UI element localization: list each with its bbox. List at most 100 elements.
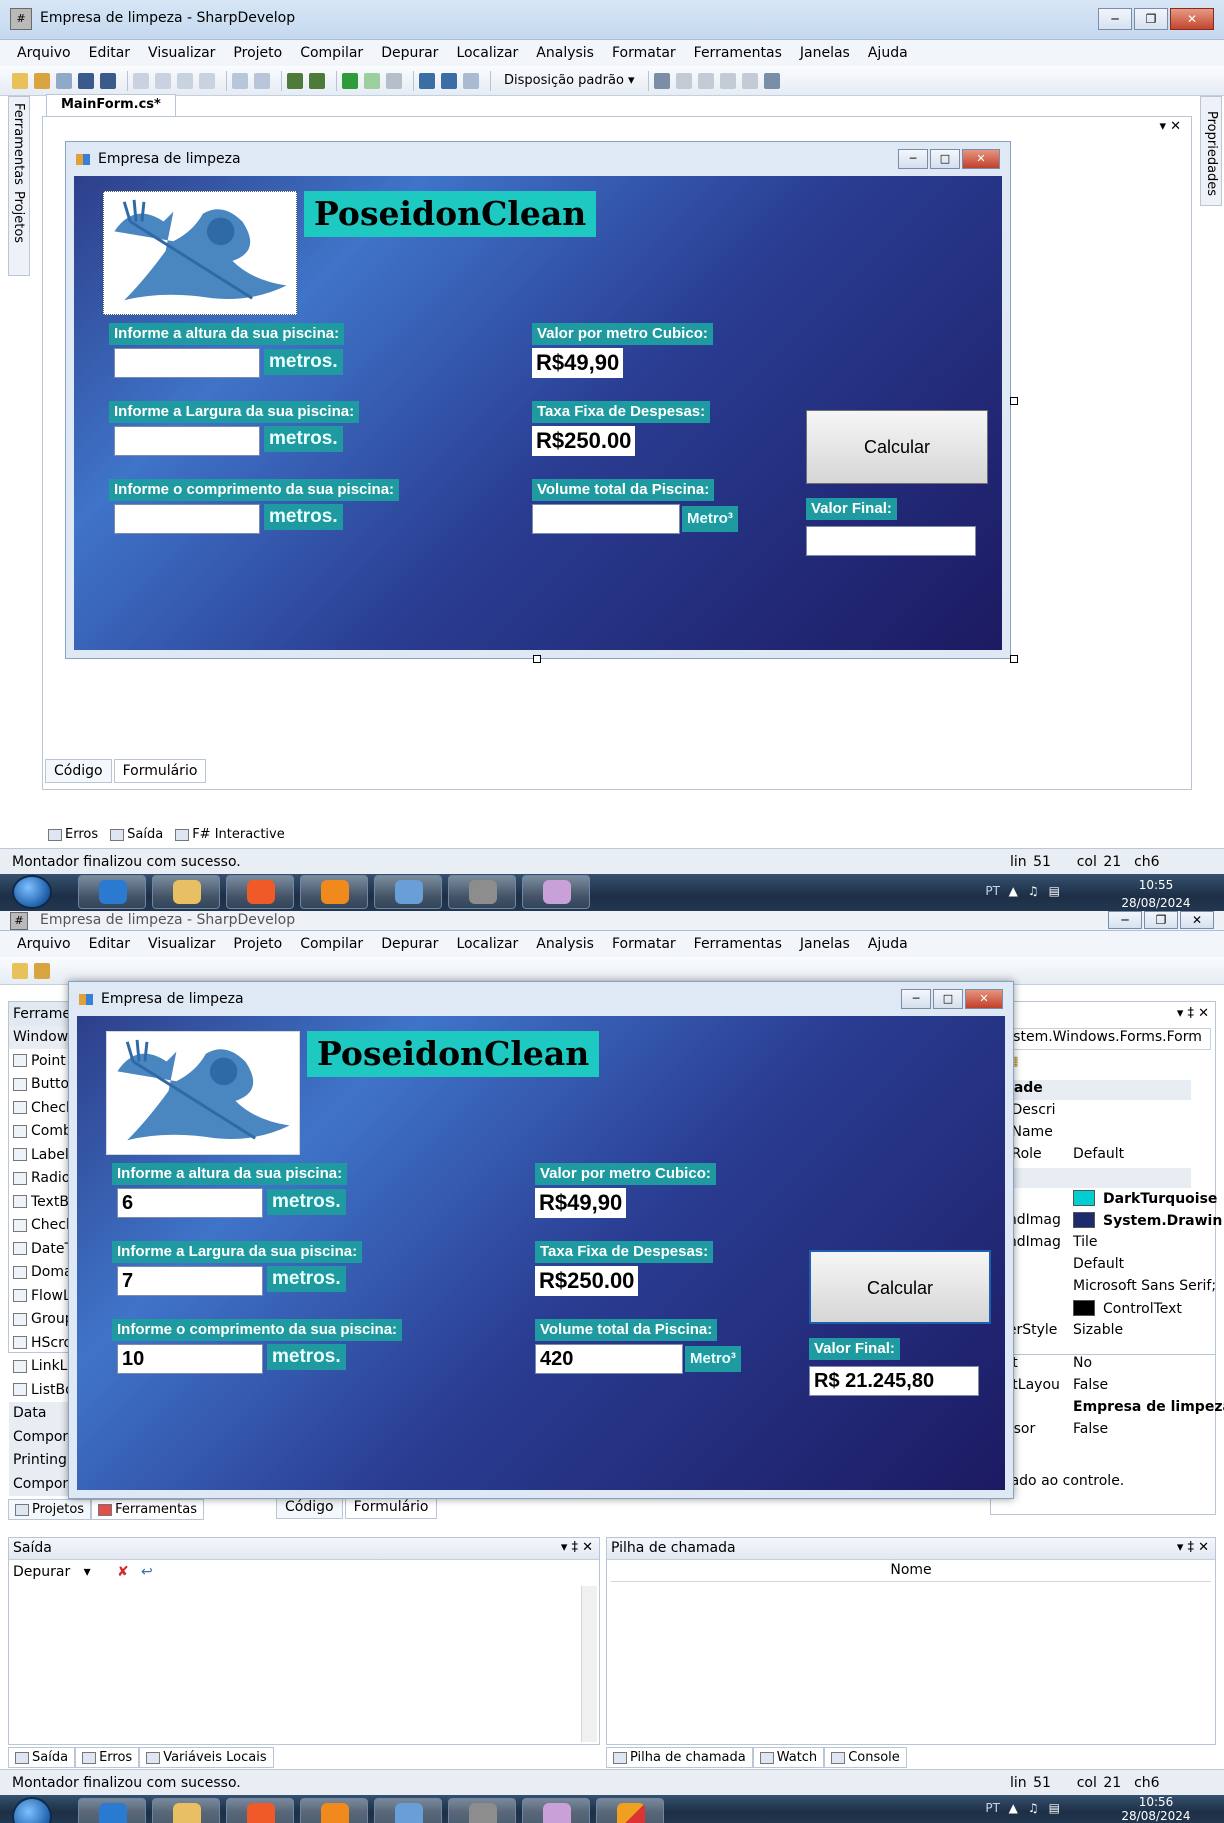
taskbar-paint[interactable] <box>522 875 590 909</box>
taskbar-running-app[interactable] <box>596 1798 664 1823</box>
designed-form[interactable]: Empresa de limpeza ─ □ ✕ PoseidonClean Inf… <box>65 141 1011 659</box>
menu-depurar[interactable]: Depurar <box>381 45 438 61</box>
menu-arquivo[interactable]: Arquivo <box>17 936 71 952</box>
open-file-icon[interactable] <box>56 72 72 89</box>
paste-icon[interactable] <box>177 72 193 89</box>
tab-fsharp-interactive[interactable]: F# Interactive <box>169 825 291 844</box>
call-stack-controls-icon[interactable]: ▾ ‡ ✕ <box>1177 1540 1209 1555</box>
volume-input[interactable]: 420 <box>535 1344 683 1374</box>
tab-codigo[interactable]: Código <box>45 759 112 783</box>
document-tab[interactable]: MainForm.cs* <box>46 94 176 116</box>
bookmark-icon[interactable] <box>675 72 692 89</box>
taskbar-explorer[interactable] <box>152 875 220 909</box>
stop-icon[interactable] <box>386 72 402 89</box>
taskbar-brave[interactable] <box>226 875 294 909</box>
restore-button[interactable]: ❐ <box>1134 8 1168 30</box>
menu-visualizar[interactable]: Visualizar <box>148 936 215 952</box>
language-indicator[interactable]: PT <box>985 884 1000 898</box>
menu-localizar[interactable]: Localizar <box>456 936 518 952</box>
language-indicator[interactable]: PT <box>985 1801 1000 1815</box>
form-maximize-button[interactable]: □ <box>933 989 963 1009</box>
open-icon[interactable] <box>34 72 50 89</box>
form-close-button[interactable]: ✕ <box>962 149 1000 169</box>
taskbar-media[interactable] <box>300 875 368 909</box>
layout-dropdown[interactable]: Disposição padrão ▾ <box>504 73 635 88</box>
tab-saida[interactable]: Saída <box>8 1747 76 1768</box>
taskbar-paint[interactable] <box>522 1798 590 1823</box>
redo-icon[interactable] <box>254 72 270 89</box>
resize-handle-right[interactable] <box>1010 397 1018 405</box>
undo-icon[interactable] <box>232 72 248 89</box>
minimize-button[interactable]: ─ <box>1108 911 1142 929</box>
start-button[interactable] <box>12 875 52 909</box>
menu-ferramentas[interactable]: Ferramentas <box>694 45 782 61</box>
step-out-icon[interactable] <box>463 72 479 89</box>
menu-depurar[interactable]: Depurar <box>381 936 438 952</box>
calculate-button[interactable]: Calcular <box>806 410 988 484</box>
output-pad-controls-icon[interactable]: ▾ ‡ ✕ <box>561 1540 593 1555</box>
close-button[interactable]: ✕ <box>1170 8 1214 30</box>
run-without-debug-icon[interactable] <box>364 72 380 89</box>
height-input[interactable] <box>114 348 260 378</box>
tab-pilha[interactable]: Pilha de chamada <box>606 1747 753 1768</box>
clock[interactable]: 10:56 28/08/2024 <box>1116 1795 1196 1823</box>
tray-icons[interactable]: ▲♫▤ <box>1009 884 1070 898</box>
tab-ferramentas[interactable]: Ferramentas <box>91 1499 204 1520</box>
comment-icon[interactable] <box>697 72 714 89</box>
pin-close-icon[interactable]: ▾ ✕ <box>1159 119 1181 134</box>
search-icon[interactable] <box>653 72 670 89</box>
restore-button[interactable]: ❐ <box>1144 911 1178 929</box>
taskbar-ie[interactable] <box>78 875 146 909</box>
minimize-button[interactable]: ─ <box>1098 8 1132 30</box>
menu-ajuda[interactable]: Ajuda <box>868 45 908 61</box>
width-input[interactable]: 7 <box>117 1266 263 1296</box>
new-file-icon[interactable] <box>12 962 28 979</box>
tab-variaveis-locais[interactable]: Variáveis Locais <box>139 1747 274 1768</box>
output-scrollbar[interactable] <box>581 1586 597 1742</box>
tab-erros[interactable]: Erros <box>75 1747 140 1768</box>
tray-icons[interactable]: ▲♫▤ <box>1009 1801 1070 1815</box>
final-input[interactable] <box>806 526 976 556</box>
form-maximize-button[interactable]: □ <box>930 149 960 169</box>
taskbar-media[interactable] <box>300 1798 368 1823</box>
step-into-icon[interactable] <box>441 72 457 89</box>
run-icon[interactable] <box>342 72 358 89</box>
cut-icon[interactable] <box>133 72 149 89</box>
menu-janelas[interactable]: Janelas <box>800 45 850 61</box>
projects-side-tab[interactable]: Projetos <box>11 191 26 243</box>
menu-formatar[interactable]: Formatar <box>612 936 676 952</box>
new-file-icon[interactable] <box>12 72 28 89</box>
final-input[interactable]: R$ 21.245,80 <box>809 1366 979 1396</box>
delete-icon[interactable] <box>199 72 215 89</box>
menu-editar[interactable]: Editar <box>89 936 130 952</box>
menu-arquivo[interactable]: Arquivo <box>17 45 71 61</box>
volume-input[interactable] <box>532 504 680 534</box>
close-button[interactable]: ✕ <box>1180 911 1214 929</box>
save-all-icon[interactable] <box>100 72 116 89</box>
menu-ajuda[interactable]: Ajuda <box>868 936 908 952</box>
calculate-button[interactable]: Calcular <box>809 1250 991 1324</box>
menu-compilar[interactable]: Compilar <box>300 45 363 61</box>
menu-analysis[interactable]: Analysis <box>536 936 594 952</box>
build-icon[interactable] <box>287 72 303 89</box>
tools-side-tab[interactable]: Ferramentas <box>11 103 26 185</box>
format-icon[interactable] <box>741 72 758 89</box>
taskbar-brave[interactable] <box>226 1798 294 1823</box>
length-input[interactable]: 10 <box>117 1344 263 1374</box>
menu-analysis[interactable]: Analysis <box>536 45 594 61</box>
properties-side-tab[interactable]: Propriedades <box>1204 111 1219 196</box>
tab-formulario[interactable]: Formulário <box>113 759 207 783</box>
tab-saida[interactable]: Saída <box>104 825 169 844</box>
taskbar-store[interactable] <box>374 875 442 909</box>
clock[interactable]: 10:55 28/08/2024 <box>1116 876 1196 912</box>
tab-projetos[interactable]: Projetos <box>8 1499 92 1520</box>
taskbar-sharpdevelop[interactable] <box>448 1798 516 1823</box>
menu-projeto[interactable]: Projeto <box>233 936 282 952</box>
tab-erros[interactable]: Erros <box>42 825 104 844</box>
menu-editar[interactable]: Editar <box>89 45 130 61</box>
menu-compilar[interactable]: Compilar <box>300 936 363 952</box>
properties-pin-icon[interactable]: ▾ ‡ ✕ <box>1177 1006 1209 1021</box>
find-icon[interactable] <box>763 72 780 89</box>
taskbar-sharpdevelop[interactable] <box>448 875 516 909</box>
copy-icon[interactable] <box>155 72 171 89</box>
